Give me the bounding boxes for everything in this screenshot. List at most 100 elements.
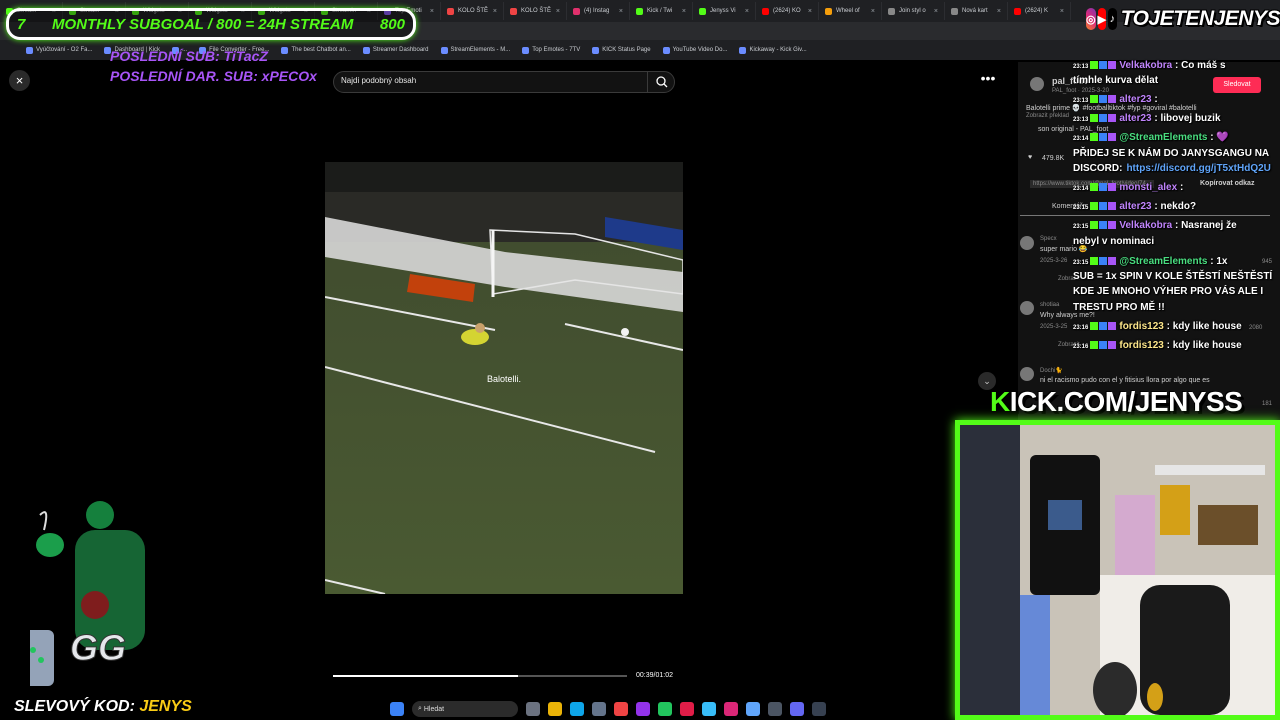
comment-avatar[interactable] <box>1020 301 1034 315</box>
heart-icon[interactable]: ♥ <box>1028 154 1032 161</box>
chat-username[interactable]: Velkakobra <box>1119 60 1172 71</box>
chat-username[interactable]: alter23 <box>1119 201 1151 212</box>
app-icon[interactable] <box>702 702 716 716</box>
tab-label: (4) Instag <box>584 8 610 14</box>
chat-username[interactable]: alter23 <box>1119 94 1151 105</box>
browser-tab[interactable]: KOLO ŠTĚ × <box>441 2 504 20</box>
tab-close-icon[interactable]: × <box>682 8 686 15</box>
progress-fill[interactable] <box>333 675 519 677</box>
app-icon[interactable] <box>812 702 826 716</box>
comment-avatar[interactable] <box>1020 236 1034 250</box>
youtube-icon: ▶ <box>1097 8 1107 30</box>
chat-username[interactable]: fordis123 <box>1119 321 1163 332</box>
chat-link[interactable]: https://discord.gg/jT5xtHdQ2U <box>1126 163 1270 174</box>
browser-tab[interactable]: Jenyss Vi × <box>693 2 756 20</box>
taskbar-search-label: Hledat <box>423 705 445 713</box>
file-explorer-icon[interactable] <box>548 702 562 716</box>
social-header: ◎ ▶ ♪ TOJETENJENYS <box>1086 6 1280 32</box>
translate-link[interactable]: Zobrazit překlad <box>1026 113 1069 119</box>
chat-badge-icon <box>1108 202 1117 211</box>
bookmark-item[interactable]: Streamer Dashboard <box>362 46 429 54</box>
edge-icon[interactable] <box>570 702 584 716</box>
more-options-button[interactable]: ••• <box>978 71 998 89</box>
tab-close-icon[interactable]: × <box>745 8 749 15</box>
chat-separator: : <box>1163 321 1173 332</box>
bookmark-item[interactable]: KICK Status Page <box>592 46 651 54</box>
browser-tab[interactable]: Kick / Twi × <box>630 2 693 20</box>
bookmark-item[interactable]: Kickaway - Kick Giv... <box>739 46 807 54</box>
notepad-icon[interactable] <box>746 702 760 716</box>
search-input[interactable]: Najdi podobný obsah <box>341 76 416 85</box>
tab-close-icon[interactable]: × <box>808 8 812 15</box>
comment-user[interactable]: Specx <box>1040 236 1057 242</box>
chat-text: DISCORD: <box>1073 163 1123 174</box>
chat-badge-icon <box>1090 61 1099 70</box>
follow-button[interactable]: Sledovat <box>1213 77 1261 93</box>
twitch-icon[interactable] <box>636 702 650 716</box>
comment-user[interactable]: shotiaa <box>1040 302 1059 308</box>
chat-badge-icon <box>1099 221 1108 230</box>
task-view-icon[interactable] <box>526 702 540 716</box>
tab-close-icon[interactable]: × <box>619 8 623 15</box>
chat-username[interactable]: fordis123 <box>1119 340 1163 351</box>
tab-label: Kick / Twi <box>647 8 673 14</box>
chat-text: Nasranej že <box>1181 220 1237 231</box>
chat-username[interactable]: @StreamElements <box>1119 256 1207 267</box>
tab-close-icon[interactable]: × <box>493 8 497 15</box>
chat-badge-icon <box>1099 183 1108 192</box>
tab-close-icon[interactable]: × <box>934 8 938 15</box>
browser-tab[interactable]: (4) Instag × <box>567 2 630 20</box>
taskbar-search[interactable]: ⌕ Hledat <box>412 701 518 717</box>
bookmark-item[interactable]: StreamElements - M... <box>440 46 510 54</box>
tab-close-icon[interactable]: × <box>1060 8 1064 15</box>
start-icon[interactable] <box>390 702 404 716</box>
bookmark-item[interactable]: The best Chatbot an... <box>281 46 351 54</box>
browser-tab[interactable]: (2624) KO × <box>756 2 819 20</box>
instagram-icon: ◎ <box>1086 8 1096 30</box>
chat-timestamp: 23:13 <box>1073 117 1089 123</box>
author-avatar[interactable] <box>1030 77 1044 91</box>
chat-timestamp: 23:13 <box>1073 98 1089 104</box>
chrome-icon[interactable] <box>614 702 628 716</box>
chat-badge-icon <box>1090 133 1099 142</box>
app-icon[interactable] <box>768 702 782 716</box>
chat-text: nekdo? <box>1160 201 1197 212</box>
tab-label: Join styl o <box>899 8 926 14</box>
tab-close-icon[interactable]: × <box>556 8 560 15</box>
subgoal-label: MONTHLY SUBGOAL / 800 = 24H STREAM <box>52 15 354 33</box>
kick-url-text: ICK.COM/JENYSS <box>1009 386 1243 417</box>
comment-avatar[interactable] <box>1020 367 1034 381</box>
tab-label: Jenyss Vi <box>710 8 736 14</box>
bookmark-item[interactable]: YouTube Video Do... <box>662 46 727 54</box>
tab-close-icon[interactable]: × <box>430 8 434 15</box>
discord-icon[interactable] <box>790 702 804 716</box>
video-caption: Balotelli. <box>486 374 522 384</box>
comment-text: Why always me?! <box>1040 312 1095 319</box>
browser-tab[interactable]: Wheel of × <box>819 2 882 20</box>
close-button[interactable]: × <box>9 70 30 91</box>
browser-tab[interactable]: (2624) K × <box>1008 2 1071 20</box>
chat-text: libovej buzik <box>1160 113 1221 124</box>
obs-icon[interactable] <box>724 702 738 716</box>
copy-link-button[interactable]: Kopírovat odkaz <box>1200 180 1254 187</box>
search-icon[interactable] <box>647 71 675 93</box>
chat-username[interactable]: @StreamElements <box>1119 132 1207 143</box>
chat-text: SUB = 1x SPIN V KOLE ŠTĚSTÍ NEŠTĚSTÍ <box>1073 271 1273 282</box>
chat-badge-icon <box>1108 95 1117 104</box>
tiktok-icon: ♪ <box>1108 8 1117 30</box>
bookmark-item[interactable]: Top Emotes - 7TV <box>522 46 580 54</box>
app-icon[interactable] <box>680 702 694 716</box>
bookmark-item[interactable]: Vyúčtování - O2 Fa... <box>26 46 92 54</box>
browser-tab[interactable]: Nová kart × <box>945 2 1008 20</box>
chat-username[interactable]: Velkakobra <box>1119 220 1172 231</box>
chat-text: nebyl v nominaci <box>1073 236 1155 247</box>
chat-username[interactable]: alter23 <box>1119 113 1151 124</box>
tab-close-icon[interactable]: × <box>871 8 875 15</box>
tab-close-icon[interactable]: × <box>997 8 1001 15</box>
browser-tab[interactable]: Join styl o × <box>882 2 945 20</box>
chat-username[interactable]: monsti_alex <box>1119 182 1177 193</box>
comment-user[interactable]: Dochi🐈 <box>1040 367 1063 374</box>
settings-icon[interactable] <box>592 702 606 716</box>
browser-tab[interactable]: KOLO ŠTĚ × <box>504 2 567 20</box>
chrome-alt-icon[interactable] <box>658 702 672 716</box>
